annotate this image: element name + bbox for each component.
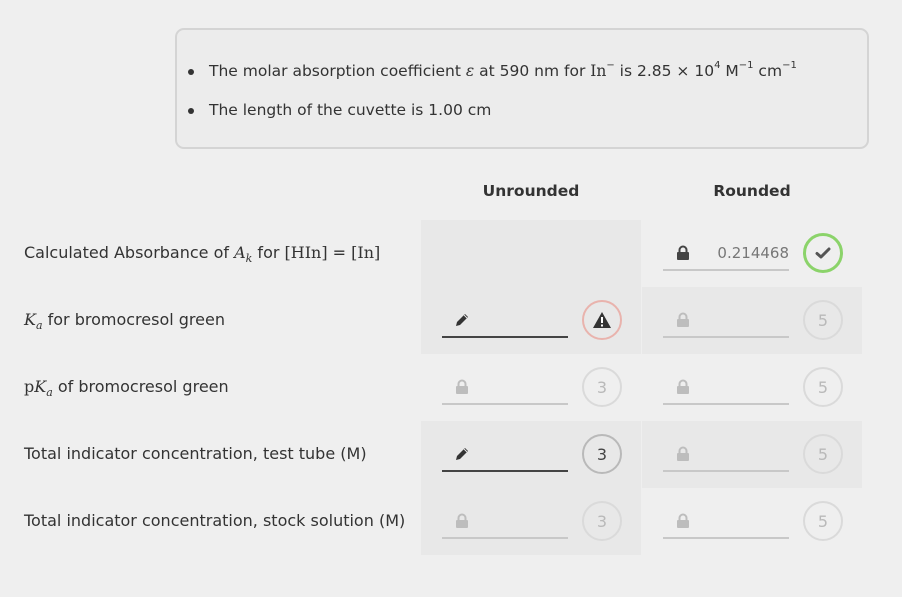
attempts-badge: 3 [582,434,622,474]
lock-icon [677,446,689,461]
unit-molar: M [720,62,739,80]
row-label-total-stock: Total indicator concentration, stock sol… [24,511,406,530]
answer-value: 0.214468 [717,244,789,262]
label-text: of bromocresol green [52,377,229,396]
lock-icon [677,513,689,528]
answer-field-total-test-tube-unrounded[interactable] [442,440,568,472]
answer-field-ka-rounded [663,306,789,338]
answer-field-total-stock-rounded [663,507,789,539]
warning-badge[interactable] [582,300,622,340]
info-text: The length of the cuvette is 1.00 cm [209,101,492,119]
unit-exponent: −1 [782,60,797,71]
cell-total-test-tube-rounded: 5 [642,421,862,488]
warning-icon [593,312,611,328]
bullet [188,108,194,114]
answer-field-pka-unrounded [442,373,568,405]
lock-icon [456,379,468,394]
label-text: for [252,243,285,262]
math-prefix: p [24,377,35,396]
answer-field-pka-rounded [663,373,789,405]
check-badge [803,233,843,273]
lock-icon [677,312,689,327]
row-label-absorbance: Calculated Absorbance of Ak for [HIn] = … [24,243,381,264]
math-hin: [HIn] [284,243,328,262]
info-text: is 2.85 × 10 [614,62,715,80]
answer-field-absorbance-rounded: 0.214468 [663,239,789,271]
answer-field-total-test-tube-rounded [663,440,789,472]
species-charge: − [606,60,615,71]
lock-icon [456,513,468,528]
column-header-rounded: Rounded [713,182,791,200]
row-label-total-test-tube: Total indicator concentration, test tube… [24,444,367,463]
lock-icon [677,379,689,394]
label-text: for bromocresol green [42,310,225,329]
cell-total-stock-unrounded: 3 [421,488,641,555]
attempts-badge: 5 [803,434,843,474]
info-box: The molar absorption coefficient ε at 59… [175,28,869,149]
unit-cm: cm [753,62,783,80]
label-text: = [327,243,352,262]
check-icon [815,247,831,259]
unit-exponent: −1 [738,60,754,71]
math-symbol: K [24,310,36,329]
pencil-icon [456,314,468,326]
attempts-badge: 5 [803,300,843,340]
bullet [188,69,194,75]
cell-ka-unrounded [421,287,641,354]
cell-pka-rounded: 5 [642,354,862,421]
lock-icon [677,245,689,260]
info-text: at 590 nm for [474,62,591,80]
cell-total-stock-rounded: 5 [642,488,862,555]
epsilon-symbol: ε [465,62,475,80]
attempts-badge: 3 [582,367,622,407]
info-item-absorption: The molar absorption coefficient ε at 59… [188,60,797,80]
math-symbol: A [234,243,246,262]
cell-ka-rounded: 5 [642,287,862,354]
cell-absorbance-unrounded [421,220,641,287]
cell-absorbance-rounded: 0.214468 [642,220,862,287]
answer-field-total-stock-unrounded [442,507,568,539]
info-item-cuvette: The length of the cuvette is 1.00 cm [188,101,492,119]
info-text: The molar absorption coefficient [209,62,466,80]
attempts-badge: 5 [803,501,843,541]
cell-pka-unrounded: 3 [421,354,641,421]
row-label-ka: Ka for bromocresol green [24,310,225,331]
math-in: [In] [351,243,381,262]
species-in: In [590,62,607,80]
column-header-unrounded: Unrounded [482,182,580,200]
label-text: Calculated Absorbance of [24,243,235,262]
row-label-pka: pKa of bromocresol green [24,377,229,398]
attempts-badge: 5 [803,367,843,407]
attempts-badge: 3 [582,501,622,541]
answer-field-ka-unrounded[interactable] [442,306,568,338]
pencil-icon [456,448,468,460]
math-symbol: K [34,377,47,396]
cell-total-test-tube-unrounded: 3 [421,421,641,488]
